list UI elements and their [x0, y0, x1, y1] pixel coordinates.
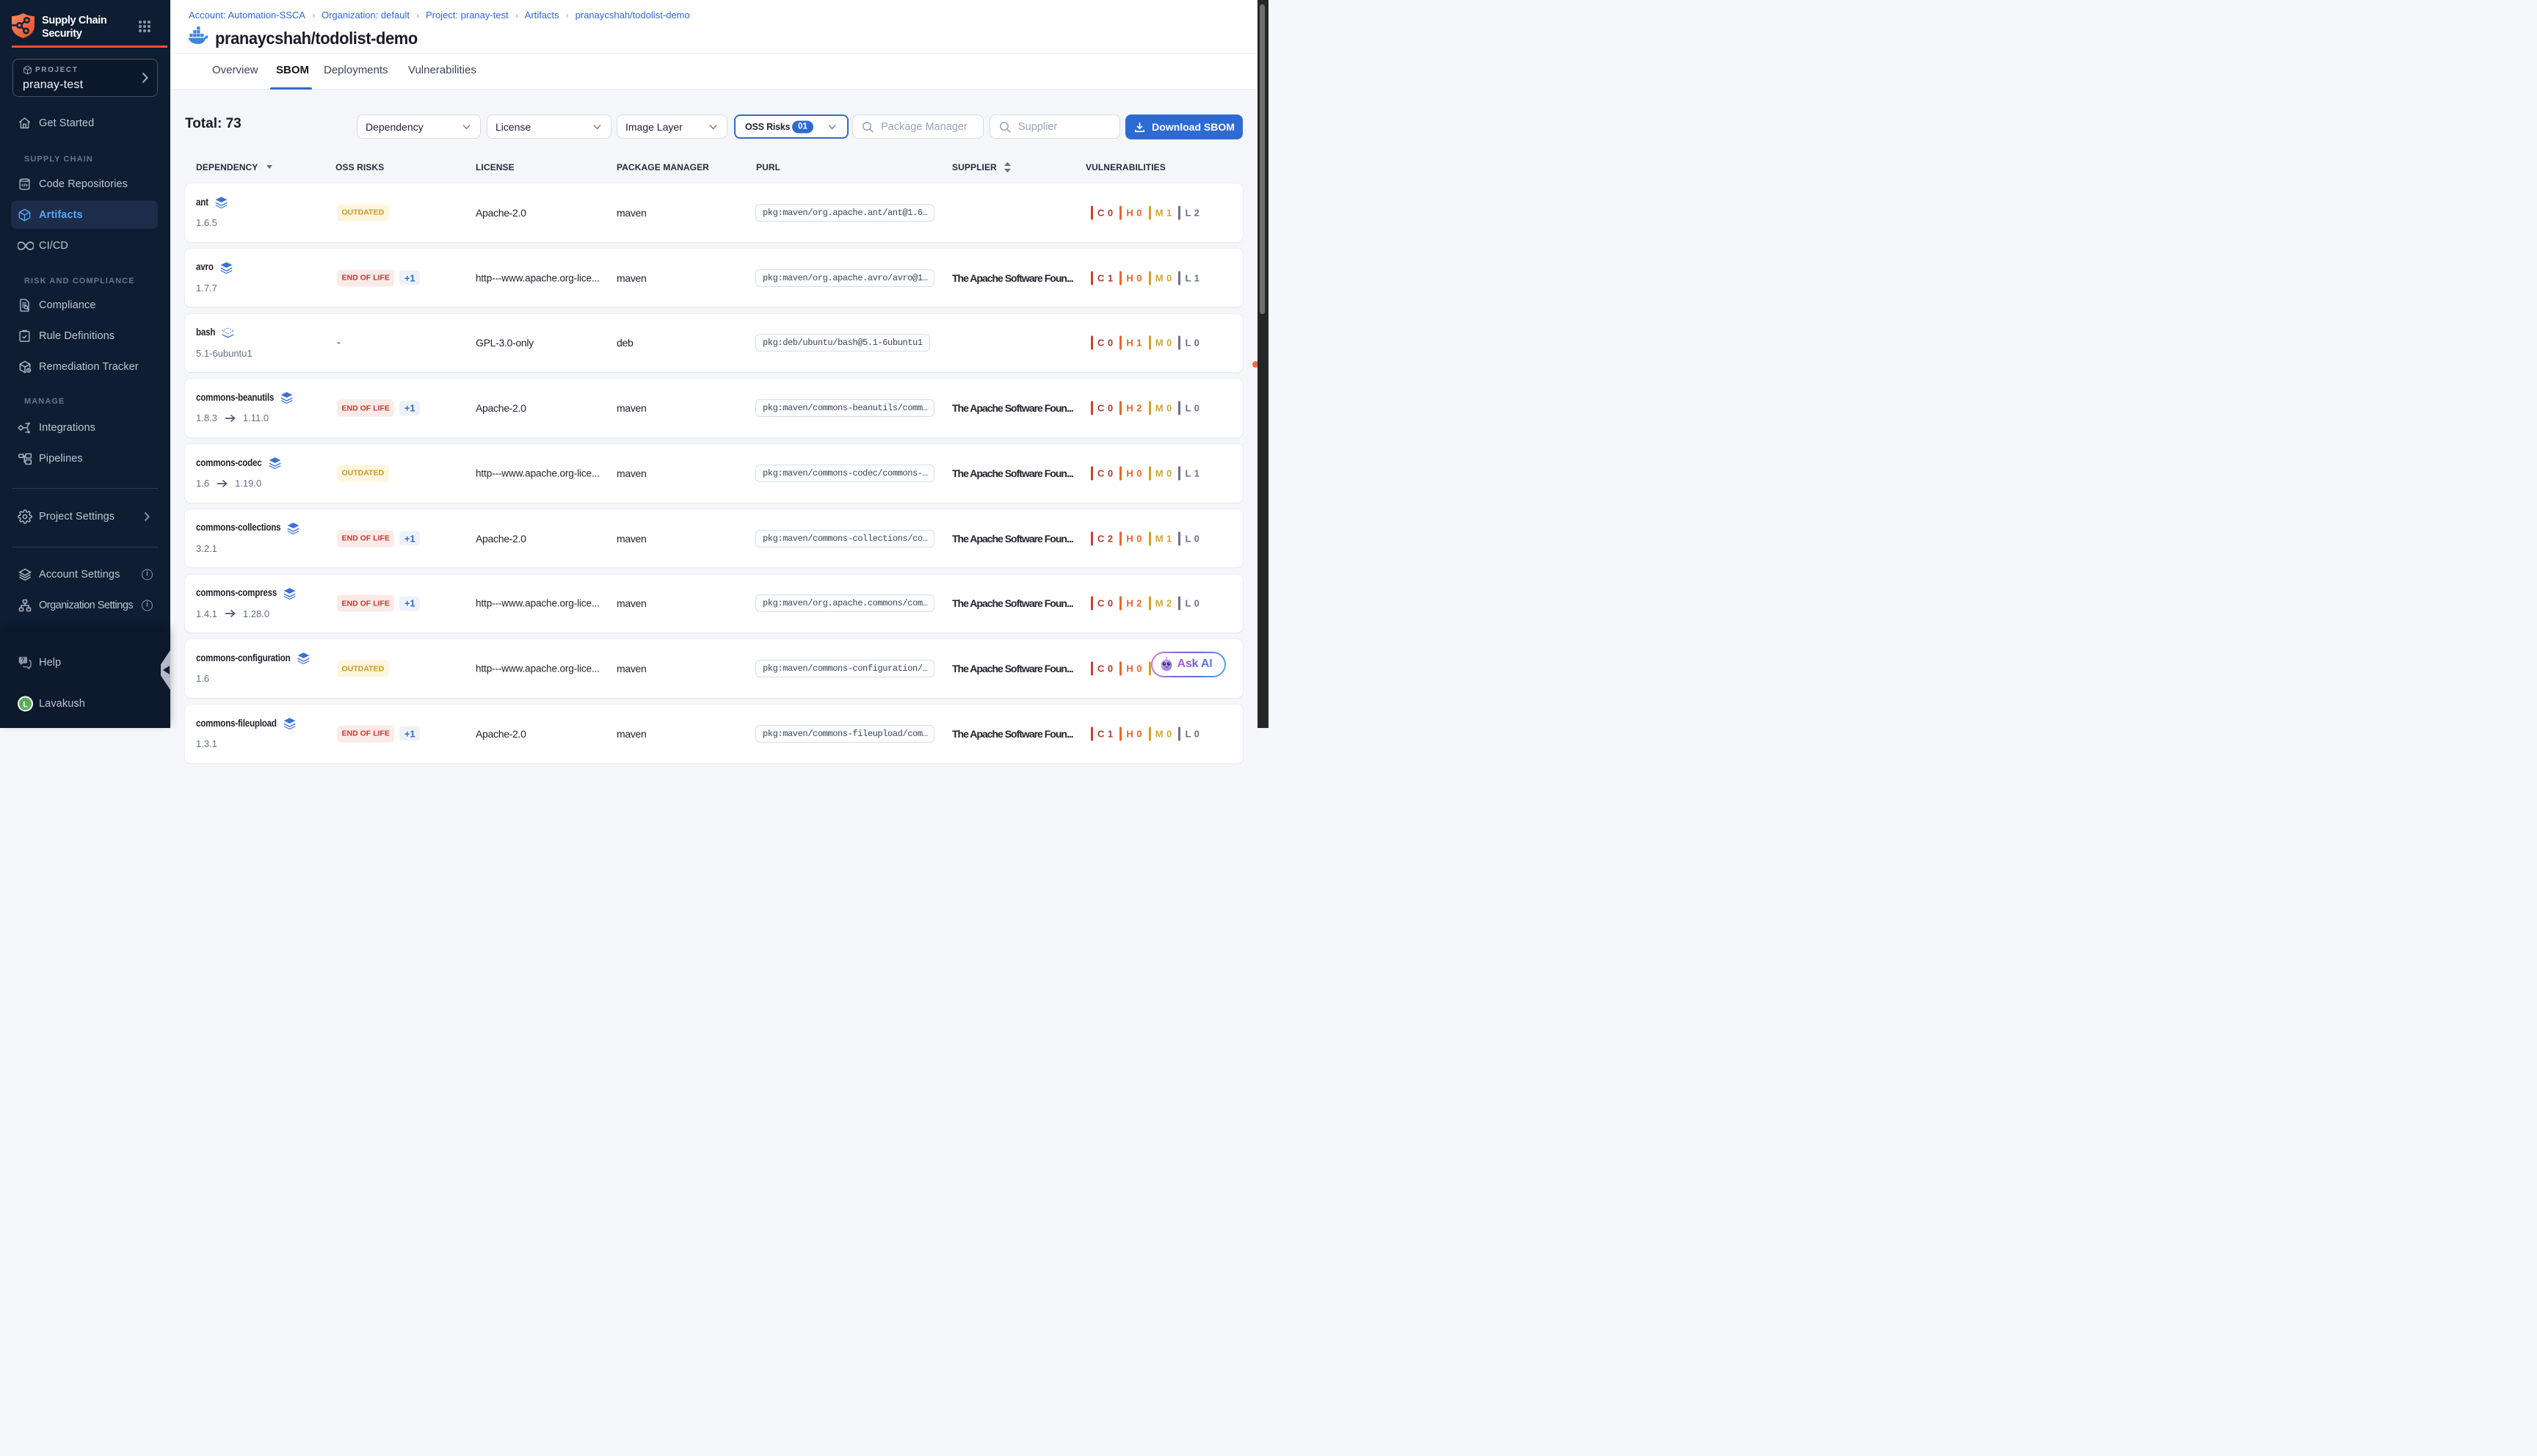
- svg-text:?: ?: [21, 657, 25, 663]
